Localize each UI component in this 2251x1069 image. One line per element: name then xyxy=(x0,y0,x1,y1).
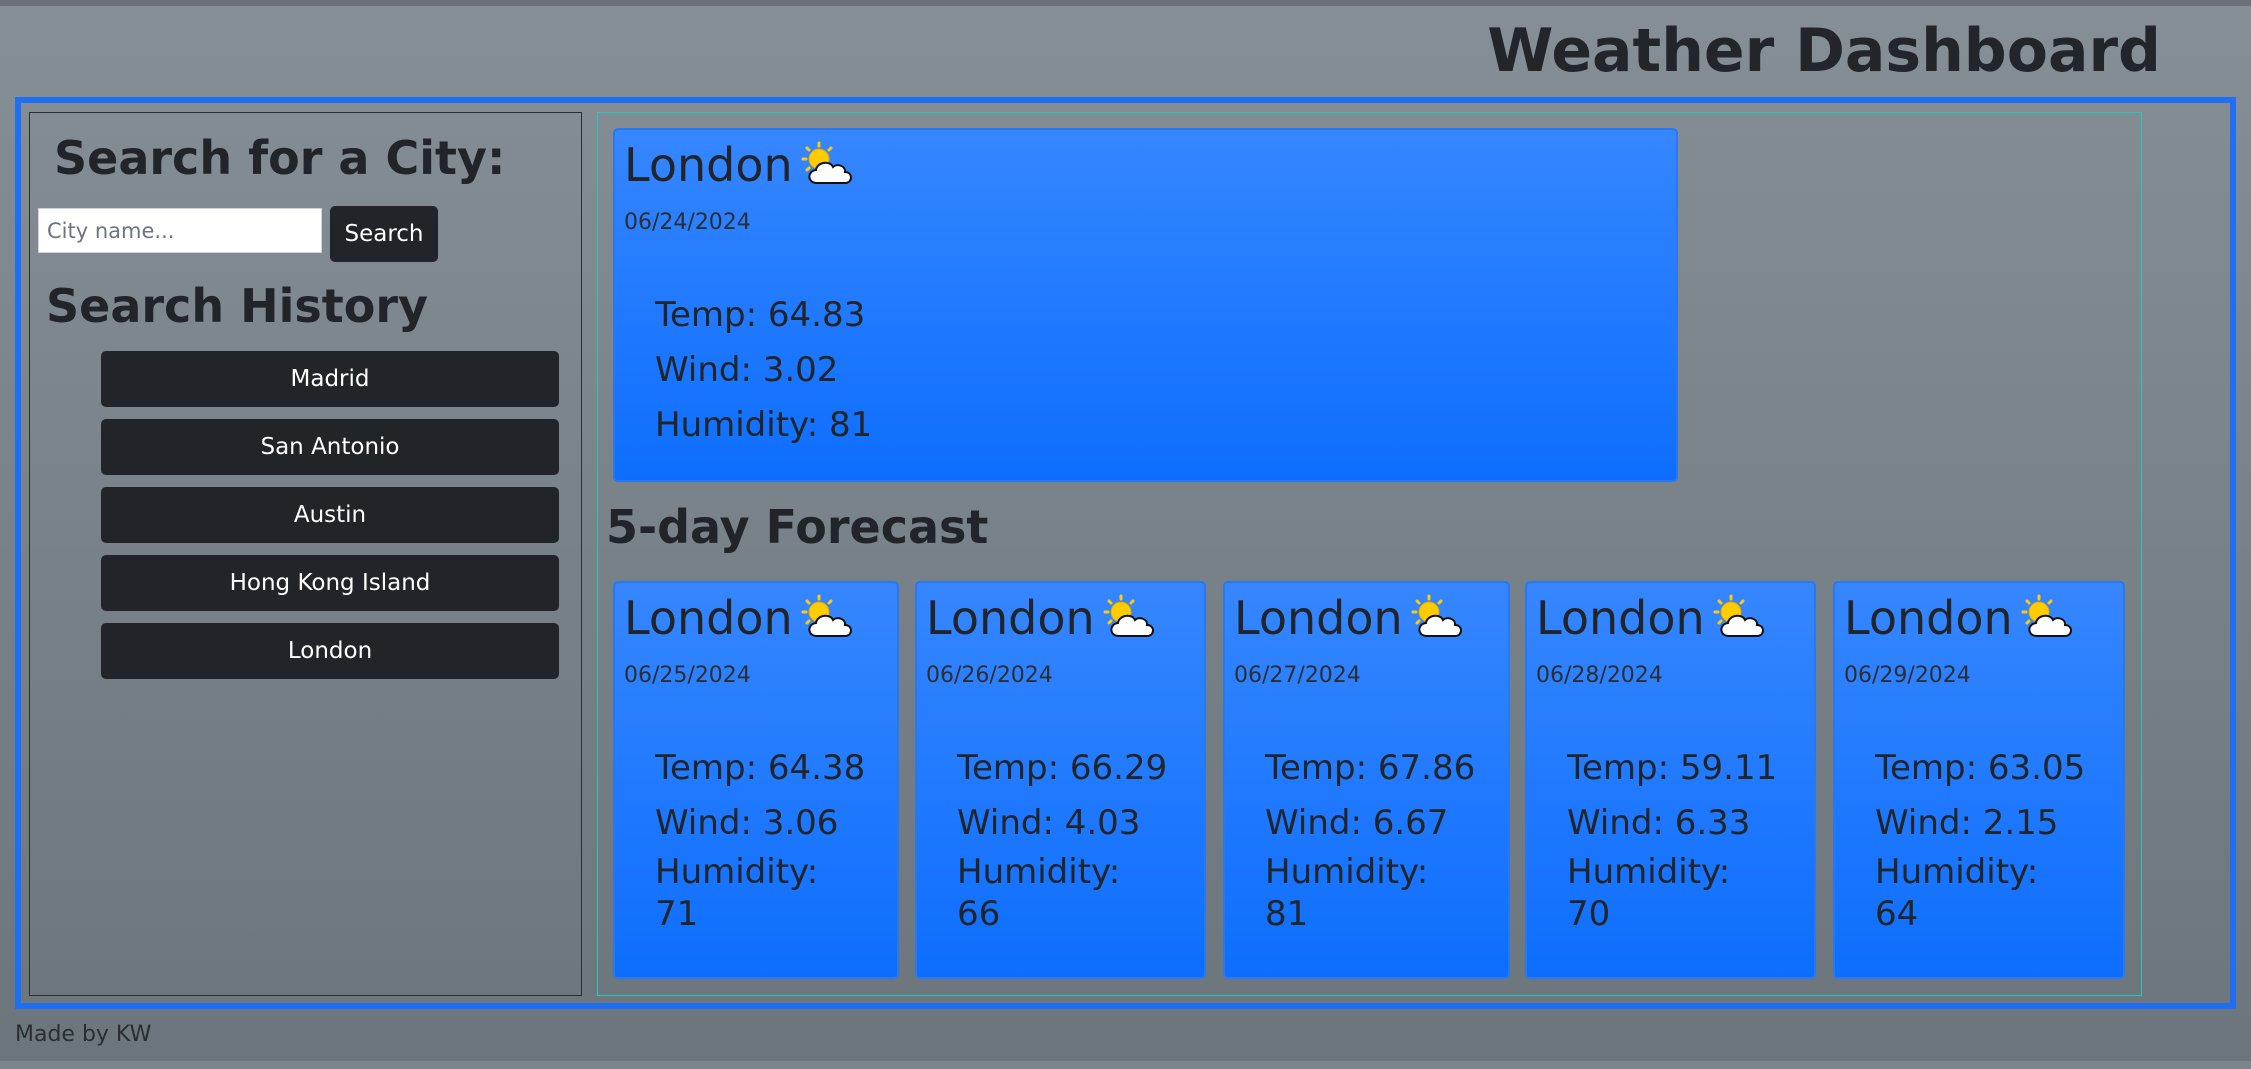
forecast-date: 06/25/2024 xyxy=(624,663,751,688)
history-item-london[interactable]: London xyxy=(101,623,559,679)
forecast-card: London 06/27/2024 Temp: 67.86 Wind: 6.67… xyxy=(1223,581,1510,979)
current-city: London xyxy=(624,138,793,192)
forecast-card: London 06/25/2024 Temp: 64.38 Wind: 3.06… xyxy=(613,581,899,979)
history-item-hong-kong-island[interactable]: Hong Kong Island xyxy=(101,555,559,611)
forecast-card-header: London xyxy=(1844,591,2075,645)
forecast-stats: Temp: 63.05 Wind: 2.15 Humidity: 64 xyxy=(1875,741,2085,935)
partly-cloudy-icon xyxy=(799,594,855,642)
forecast-city: London xyxy=(1234,591,1403,645)
forecast-humidity: Humidity: 81 xyxy=(1265,852,1429,934)
current-date: 06/24/2024 xyxy=(624,210,751,235)
forecast-city: London xyxy=(1536,591,1705,645)
search-button[interactable]: Search xyxy=(330,206,438,262)
forecast-city: London xyxy=(624,591,793,645)
forecast-card: London 06/28/2024 Temp: 59.11 Wind: 6.33… xyxy=(1525,581,1816,979)
forecast-card: London 06/26/2024 Temp: 66.29 Wind: 4.03… xyxy=(915,581,1206,979)
city-search-input[interactable] xyxy=(38,208,322,253)
search-history-list: Madrid San Antonio Austin Hong Kong Isla… xyxy=(101,351,559,691)
forecast-temp: Temp: 59.11 xyxy=(1567,748,1778,788)
history-item-austin[interactable]: Austin xyxy=(101,487,559,543)
forecast-card-header: London xyxy=(1234,591,1465,645)
forecast-humidity: Humidity: 64 xyxy=(1875,852,2039,934)
current-humidity: Humidity: 81 xyxy=(655,405,873,445)
forecast-wind: Wind: 4.03 xyxy=(957,803,1141,843)
current-wind: Wind: 3.02 xyxy=(655,350,839,390)
forecast-wind: Wind: 6.67 xyxy=(1265,803,1449,843)
forecast-card-header: London xyxy=(1536,591,1767,645)
forecast-city: London xyxy=(926,591,1095,645)
top-edge xyxy=(0,0,2251,6)
forecast-stats: Temp: 59.11 Wind: 6.33 Humidity: 70 xyxy=(1567,741,1777,935)
search-history-heading: Search History xyxy=(46,279,428,333)
page-title: Weather Dashboard xyxy=(1487,16,2161,86)
forecast-card-header: London xyxy=(926,591,1157,645)
current-weather-card: London 06/24/2024 Temp: 64.83 Wind: 3.02… xyxy=(613,128,1678,482)
forecast-temp: Temp: 63.05 xyxy=(1875,748,2086,788)
forecast-temp: Temp: 66.29 xyxy=(957,748,1168,788)
forecast-date: 06/28/2024 xyxy=(1536,663,1663,688)
forecast-card-header: London xyxy=(624,591,855,645)
forecast-date: 06/26/2024 xyxy=(926,663,1053,688)
forecast-stats: Temp: 66.29 Wind: 4.03 Humidity: 66 xyxy=(957,741,1167,935)
partly-cloudy-icon xyxy=(1409,594,1465,642)
current-temp: Temp: 64.83 xyxy=(655,295,866,335)
forecast-humidity: Humidity: 70 xyxy=(1567,852,1731,934)
forecast-wind: Wind: 2.15 xyxy=(1875,803,2059,843)
forecast-date: 06/27/2024 xyxy=(1234,663,1361,688)
bottom-edge xyxy=(0,1061,2251,1069)
partly-cloudy-icon xyxy=(1711,594,1767,642)
partly-cloudy-icon xyxy=(799,141,855,189)
forecast-stats: Temp: 64.38 Wind: 3.06 Humidity: 71 xyxy=(655,741,865,935)
forecast-humidity: Humidity: 66 xyxy=(957,852,1121,934)
search-sidebar: Search for a City: Search Search History… xyxy=(29,112,582,996)
partly-cloudy-icon xyxy=(2019,594,2075,642)
current-stats: Temp: 64.83 Wind: 3.02 Humidity: 81 xyxy=(655,288,872,453)
search-heading: Search for a City: xyxy=(54,131,506,185)
forecast-date: 06/29/2024 xyxy=(1844,663,1971,688)
history-item-san-antonio[interactable]: San Antonio xyxy=(101,419,559,475)
forecast-temp: Temp: 67.86 xyxy=(1265,748,1476,788)
forecast-heading: 5-day Forecast xyxy=(606,500,989,554)
current-weather-header: London xyxy=(624,138,855,192)
forecast-city: London xyxy=(1844,591,2013,645)
forecast-card: London 06/29/2024 Temp: 63.05 Wind: 2.15… xyxy=(1833,581,2125,979)
forecast-temp: Temp: 64.38 xyxy=(655,748,866,788)
history-item-madrid[interactable]: Madrid xyxy=(101,351,559,407)
partly-cloudy-icon xyxy=(1101,594,1157,642)
forecast-stats: Temp: 67.86 Wind: 6.67 Humidity: 81 xyxy=(1265,741,1475,935)
footer-credit: Made by KW xyxy=(15,1022,152,1047)
forecast-wind: Wind: 3.06 xyxy=(655,803,839,843)
forecast-humidity: Humidity: 71 xyxy=(655,852,819,934)
forecast-wind: Wind: 6.33 xyxy=(1567,803,1751,843)
